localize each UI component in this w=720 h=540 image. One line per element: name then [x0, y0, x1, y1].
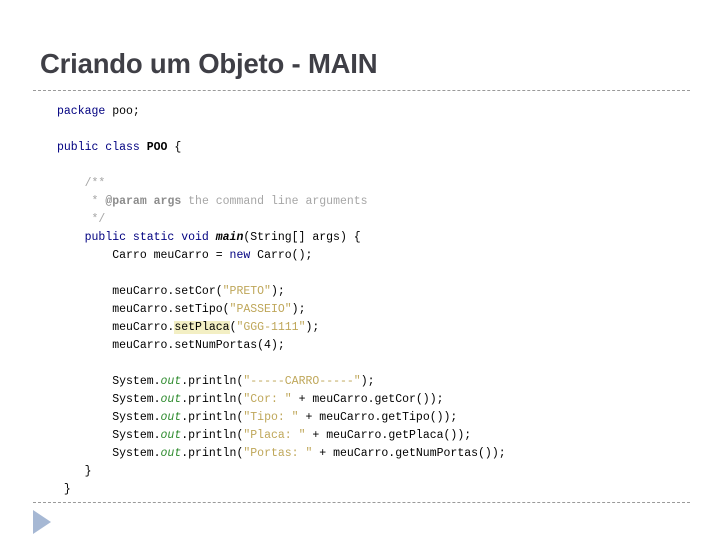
code-token: "Tipo: " — [243, 411, 299, 424]
code-line: } — [57, 463, 697, 481]
code-token: } — [84, 465, 92, 478]
code-token: poo; — [112, 105, 140, 118]
highlighted-token: setPlaca — [174, 321, 230, 334]
code-token: out — [160, 411, 182, 424]
code-token: .println( — [181, 429, 244, 442]
code-token: the command line arguments — [181, 195, 368, 208]
code-token: { — [167, 141, 182, 154]
code-token: "PRETO" — [222, 285, 271, 298]
code-token: meuCarro.setTipo( — [112, 303, 230, 316]
code-line: meuCarro.setPlaca("GGG-1111"); — [57, 319, 697, 337]
code-token: out — [160, 393, 182, 406]
code-line: package poo; — [57, 103, 697, 121]
code-line: */ — [57, 211, 697, 229]
slide-canvas: Criando um Objeto - MAIN package poo; pu… — [0, 0, 720, 540]
code-token: "GGG-1111" — [236, 321, 306, 334]
code-token: meuCarro.setNumPortas(4); — [112, 339, 285, 352]
code-line: System.out.println("Tipo: " + meuCarro.g… — [57, 409, 697, 427]
code-token: Carro(); — [250, 249, 313, 262]
code-line: * @param args the command line arguments — [57, 193, 697, 211]
code-line: public class POO { — [57, 139, 697, 157]
code-token: public static void — [84, 231, 216, 244]
code-token: * — [91, 195, 106, 208]
code-token: System. — [112, 375, 161, 388]
code-line: System.out.println("Cor: " + meuCarro.ge… — [57, 391, 697, 409]
code-line: System.out.println("Portas: " + meuCarro… — [57, 445, 697, 463]
code-line: Carro meuCarro = new Carro(); — [57, 247, 697, 265]
code-token: .println( — [181, 411, 244, 424]
code-token: new — [229, 249, 251, 262]
footer-divider-bottom — [33, 502, 690, 503]
code-token: "PASSEIO" — [229, 303, 292, 316]
code-token: ); — [291, 303, 306, 316]
code-line: meuCarro.setCor("PRETO"); — [57, 283, 697, 301]
code-token: meuCarro.setCor( — [112, 285, 223, 298]
code-token: .println( — [181, 393, 244, 406]
code-line: } — [57, 481, 697, 499]
code-token: "Cor: " — [243, 393, 292, 406]
code-token: ); — [270, 285, 285, 298]
code-token: + meuCarro.getNumPortas()); — [312, 447, 506, 460]
code-token: meuCarro. — [112, 321, 175, 334]
code-token: + meuCarro.getTipo()); — [298, 411, 458, 424]
code-token: System. — [112, 447, 161, 460]
code-token: Carro meuCarro = — [112, 249, 230, 262]
code-line: public static void main(String[] args) { — [57, 229, 697, 247]
code-line: System.out.println("-----CARRO-----"); — [57, 373, 697, 391]
code-token: */ — [91, 213, 106, 226]
title-divider-top — [33, 90, 690, 91]
code-token: main — [215, 231, 244, 244]
code-token: System. — [112, 411, 161, 424]
code-token: "Portas: " — [243, 447, 313, 460]
code-token: out — [160, 429, 182, 442]
code-token: POO — [146, 141, 168, 154]
play-triangle-icon — [33, 510, 51, 534]
code-token: + meuCarro.getCor()); — [291, 393, 444, 406]
code-token: System. — [112, 393, 161, 406]
code-block: package poo; public class POO { /** * @p… — [57, 103, 697, 499]
code-line: System.out.println("Placa: " + meuCarro.… — [57, 427, 697, 445]
code-token: @param args — [105, 195, 182, 208]
page-title: Criando um Objeto - MAIN — [40, 48, 378, 79]
code-token: (String[] args) { — [243, 231, 361, 244]
code-token: public class — [57, 141, 147, 154]
code-token: ); — [360, 375, 375, 388]
code-token: } — [63, 483, 71, 496]
code-token: "-----CARRO-----" — [243, 375, 361, 388]
code-token: package — [57, 105, 113, 118]
code-token: out — [160, 447, 182, 460]
code-token: out — [160, 375, 182, 388]
code-token: ); — [305, 321, 320, 334]
code-token: System. — [112, 429, 161, 442]
code-line: meuCarro.setNumPortas(4); — [57, 337, 697, 355]
code-token: + meuCarro.getPlaca()); — [305, 429, 472, 442]
code-token: "Placa: " — [243, 429, 306, 442]
code-token: .println( — [181, 375, 244, 388]
code-line: meuCarro.setTipo("PASSEIO"); — [57, 301, 697, 319]
code-line: /** — [57, 175, 697, 193]
code-token: /** — [84, 177, 106, 190]
code-token: .println( — [181, 447, 244, 460]
